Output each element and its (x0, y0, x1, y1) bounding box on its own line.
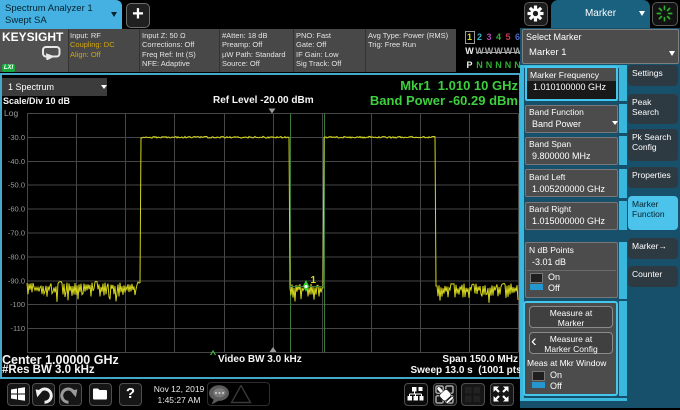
svg-text:-90.0: -90.0 (8, 276, 25, 285)
svg-text:-80.0: -80.0 (8, 252, 25, 261)
svg-text:-40.0: -40.0 (8, 157, 25, 166)
svg-text:1: 1 (311, 275, 317, 286)
svg-text:-70.0: -70.0 (8, 229, 25, 238)
svg-text:-60.0: -60.0 (8, 205, 25, 214)
svg-text:-100: -100 (10, 300, 25, 309)
svg-text:-30.0: -30.0 (8, 133, 25, 142)
svg-text:-110: -110 (11, 324, 25, 333)
svg-text:-50.0: -50.0 (8, 181, 25, 190)
